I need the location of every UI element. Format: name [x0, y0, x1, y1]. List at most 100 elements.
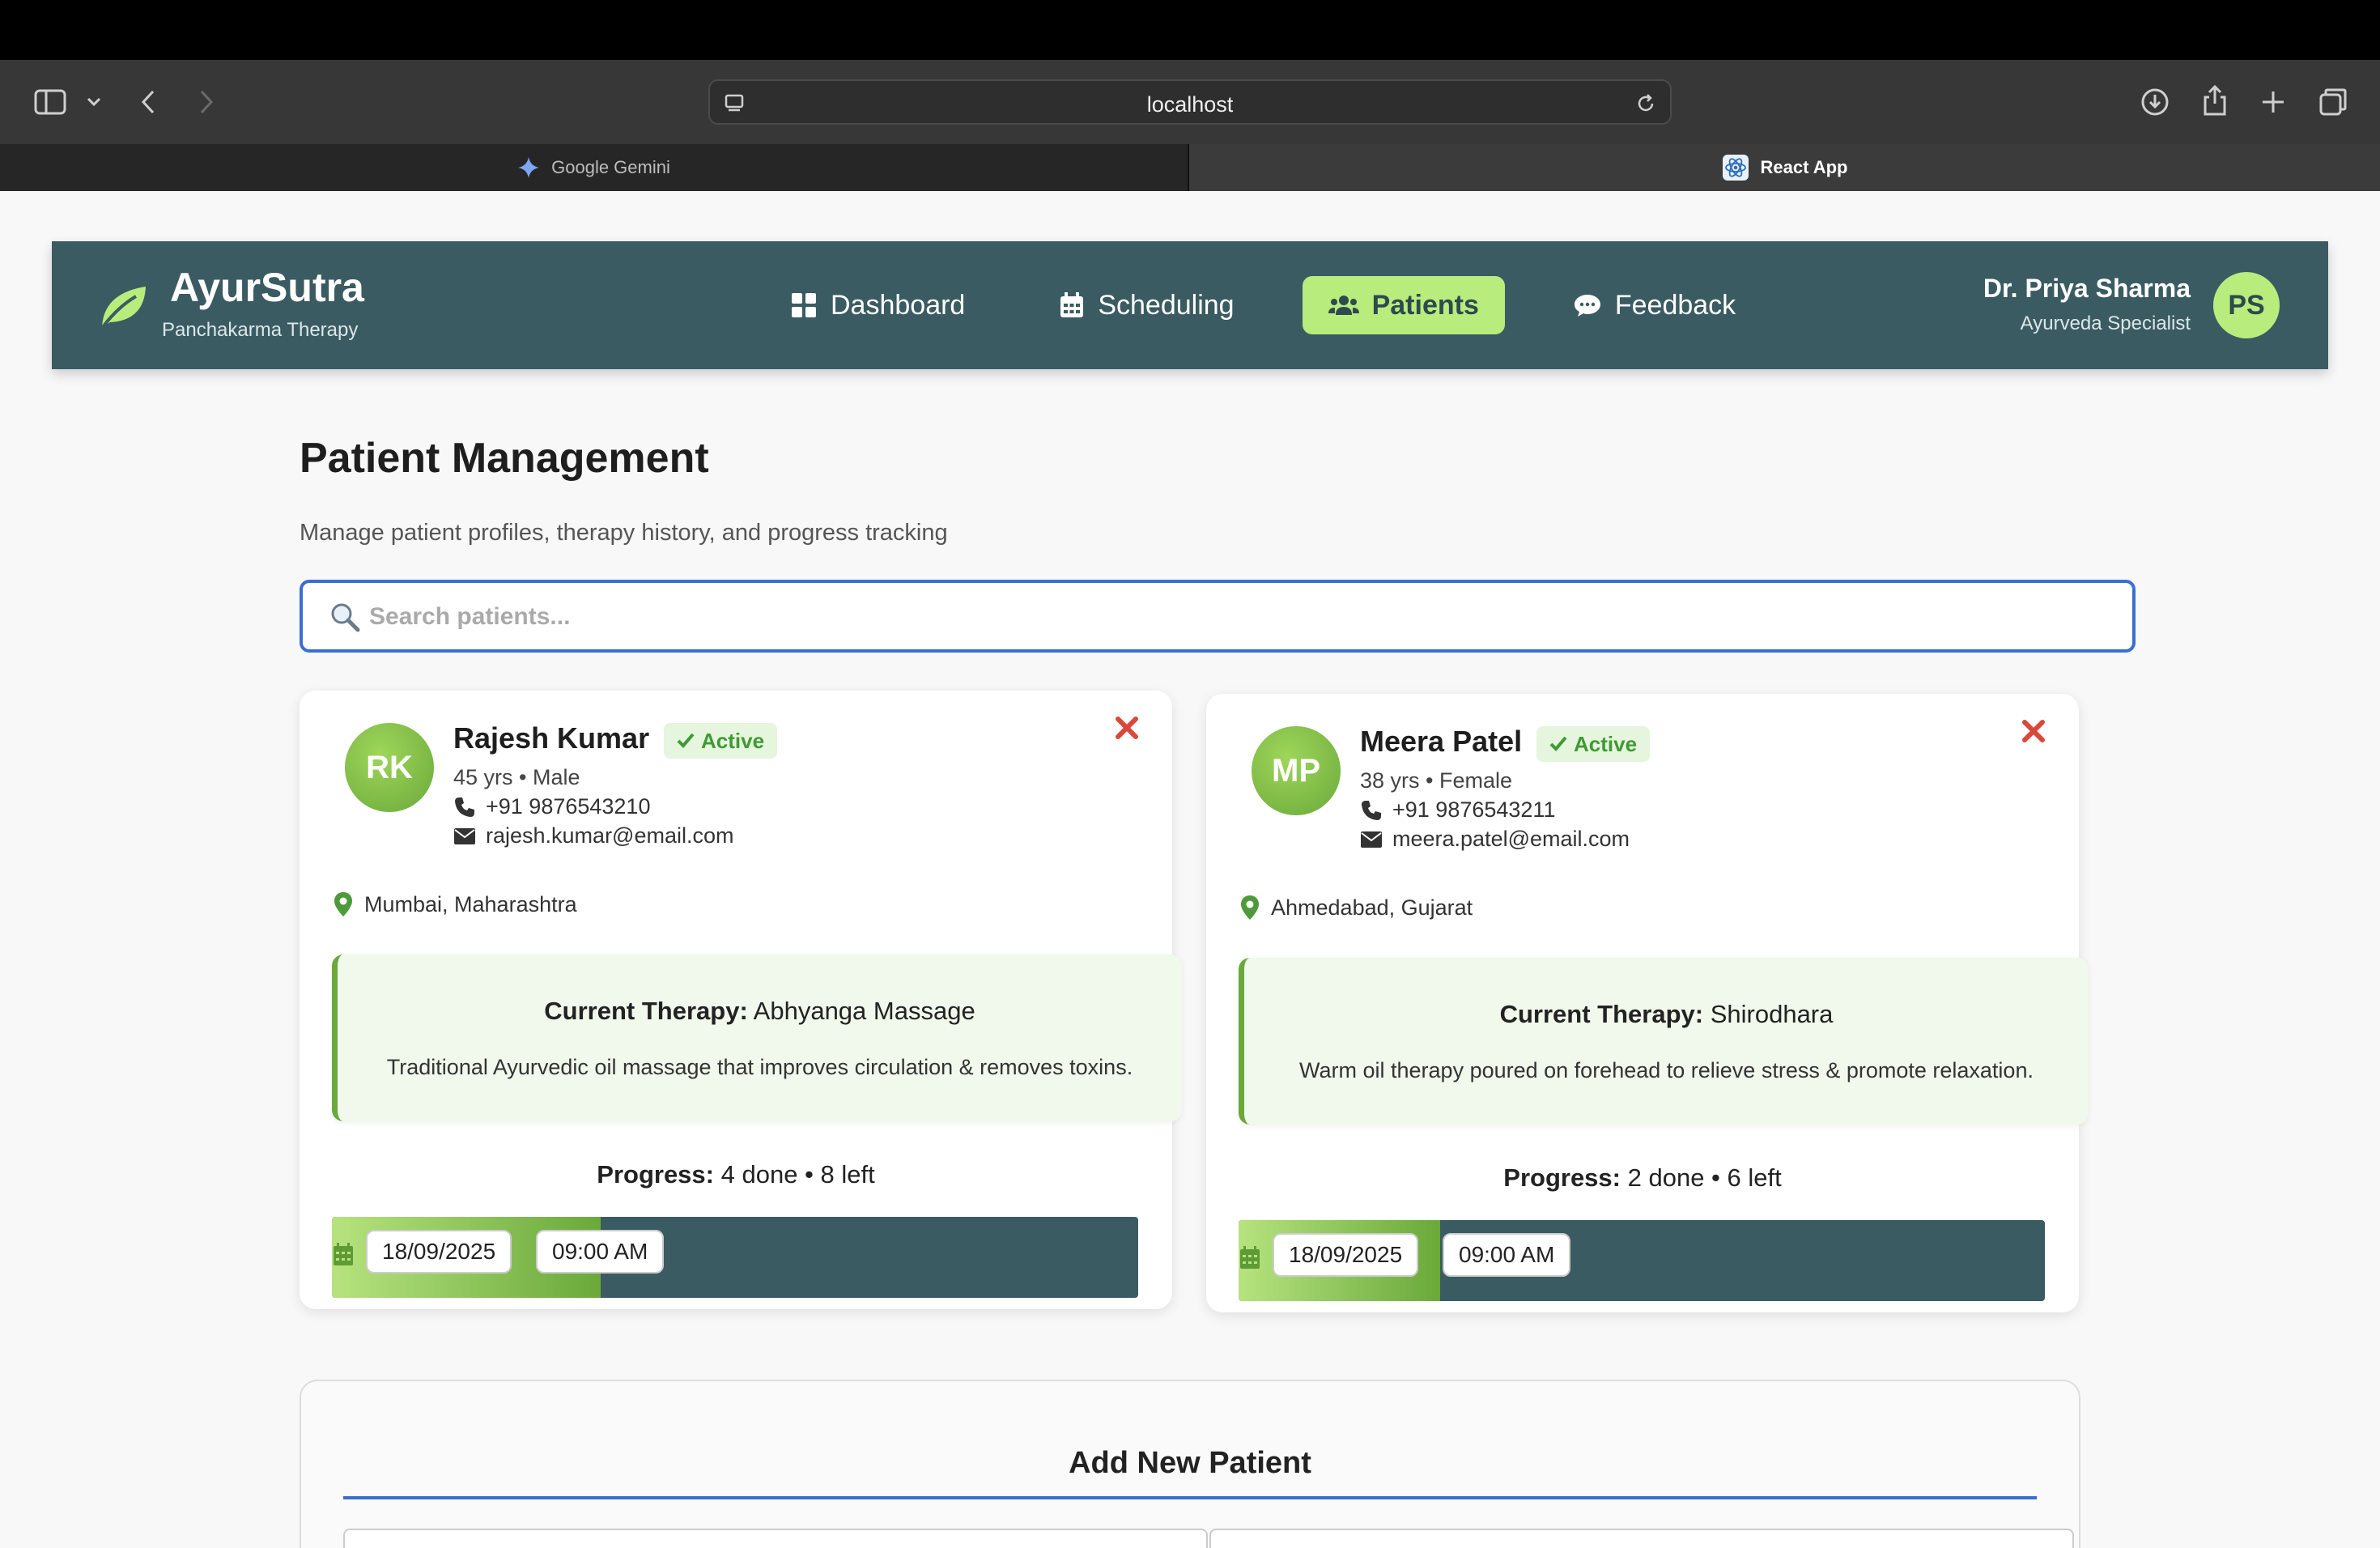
email-text: meera.patel@email.com — [1392, 827, 1630, 851]
patient-location: Ahmedabad, Gujarat — [1240, 895, 1473, 921]
therapy-name: Shirodhara — [1710, 1000, 1834, 1028]
date-field[interactable]: 18/09/2025 — [1273, 1233, 1419, 1277]
brand-subtitle: Panchakarma Therapy — [162, 319, 359, 341]
user-avatar[interactable]: PS — [2213, 272, 2280, 338]
email-text: rajesh.kumar@email.com — [486, 823, 734, 848]
phone-text: +91 9876543211 — [1392, 797, 1556, 822]
calendar-icon — [1240, 1246, 1260, 1269]
tab-label: Google Gemini — [551, 157, 670, 177]
download-icon[interactable] — [2137, 84, 2173, 120]
progress-label: Progress: — [597, 1160, 714, 1189]
progress-value: 2 done • 6 left — [1627, 1163, 1782, 1192]
therapy-description: Warm oil therapy poured on forehead to r… — [1299, 1058, 2034, 1082]
patient-email: meera.patel@email.com — [1360, 827, 1630, 852]
therapy-title: Current Therapy: Shirodhara — [1244, 1000, 2089, 1029]
nav-label: Patients — [1371, 289, 1479, 321]
users-icon — [1328, 296, 1359, 315]
chevron-down-icon[interactable] — [84, 89, 104, 115]
therapy-panel: Current Therapy: Shirodhara Warm oil the… — [1239, 958, 2089, 1125]
check-icon — [677, 733, 695, 748]
browser-toolbar: localhost — [0, 60, 2380, 144]
mail-icon — [1361, 831, 1382, 848]
progress-label: Progress: — [1503, 1163, 1621, 1192]
date-field[interactable]: 18/09/2025 — [366, 1230, 512, 1274]
gemini-icon — [518, 157, 540, 178]
nav-dashboard[interactable]: Dashboard — [764, 276, 991, 334]
search-input[interactable] — [369, 594, 2069, 640]
patient-phone: +91 9876543211 — [1360, 797, 1555, 823]
page-title: Patient Management — [300, 435, 709, 482]
mail-icon — [454, 827, 475, 844]
calendar-icon — [334, 1243, 353, 1265]
status-badge: Active — [664, 723, 778, 759]
patient-location: Mumbai, Maharashtra — [334, 891, 577, 917]
chat-icon — [1574, 295, 1600, 317]
progress-value: 4 done • 8 left — [720, 1160, 875, 1189]
phone-text: +91 9876543210 — [486, 794, 651, 819]
leaf-logo-icon — [99, 287, 146, 332]
forward-icon[interactable] — [194, 84, 219, 120]
new-tab-icon[interactable] — [2255, 84, 2291, 120]
back-icon[interactable] — [136, 84, 160, 120]
check-icon — [1549, 736, 1567, 751]
patient-phone: +91 9876543210 — [453, 794, 650, 819]
menu-bar — [0, 0, 2380, 60]
close-icon[interactable] — [2017, 715, 2050, 747]
therapy-description: Traditional Ayurvedic oil massage that i… — [386, 1055, 1133, 1079]
therapy-label: Current Therapy: — [1499, 1000, 1704, 1028]
sidebar-toggle-icon[interactable] — [32, 84, 68, 120]
nav-label: Feedback — [1614, 289, 1736, 321]
time-field[interactable]: 09:00 AM — [536, 1230, 665, 1274]
main-nav: Dashboard Scheduling Patients Feedback — [764, 276, 1762, 334]
location-pin-icon — [334, 892, 352, 916]
page-subtitle: Manage patient profiles, therapy history… — [300, 520, 948, 546]
app-header: AyurSutra Panchakarma Therapy Dashboard … — [52, 241, 2328, 369]
therapy-label: Current Therapy: — [544, 997, 748, 1025]
patient-card: MP Meera Patel Active 38 yrs • Female +9… — [1206, 694, 2089, 1312]
address-bar[interactable]: localhost — [708, 79, 1672, 125]
tab-overview-icon[interactable] — [2315, 84, 2351, 120]
location-text: Ahmedabad, Gujarat — [1271, 895, 1473, 920]
patient-meta: 45 yrs • Male — [453, 765, 580, 789]
nav-scheduling[interactable]: Scheduling — [1033, 276, 1260, 334]
tab-label: React App — [1760, 157, 1848, 177]
patient-email: rajesh.kumar@email.com — [453, 823, 734, 848]
title-underline — [343, 1496, 2037, 1499]
tab-google-gemini[interactable]: Google Gemini — [0, 144, 1188, 191]
status-label: Active — [701, 728, 765, 753]
phone-icon — [455, 797, 474, 817]
time-field[interactable]: 09:00 AM — [1443, 1233, 1571, 1277]
progress-text: Progress: 4 done • 8 left — [300, 1160, 1172, 1189]
tab-react-app[interactable]: React App — [1189, 144, 2380, 191]
therapy-panel: Current Therapy: Abhyanga Massage Tradit… — [332, 955, 1182, 1121]
share-icon[interactable] — [2197, 81, 2233, 120]
add-patient-panel: Add New Patient — [300, 1380, 2080, 1548]
user-name: Dr. Priya Sharma — [1983, 274, 2191, 303]
patient-card: RK Rajesh Kumar Active 45 yrs • Male +91… — [300, 691, 1182, 1309]
form-field[interactable] — [343, 1529, 1208, 1548]
search-icon — [331, 603, 360, 632]
nav-label: Scheduling — [1098, 289, 1235, 321]
search-box[interactable] — [300, 580, 2136, 653]
grid-icon — [792, 293, 816, 317]
patient-name: Rajesh Kumar — [453, 721, 650, 755]
close-icon[interactable] — [1111, 712, 1143, 744]
nav-patients[interactable]: Patients — [1302, 276, 1505, 334]
progress-text: Progress: 2 done • 6 left — [1206, 1163, 2079, 1193]
reload-icon[interactable] — [1631, 89, 1660, 118]
calendar-icon — [1060, 292, 1084, 317]
therapy-name: Abhyanga Massage — [753, 997, 975, 1025]
patient-meta: 38 yrs • Female — [1360, 768, 1513, 793]
react-icon — [1722, 155, 1749, 181]
brand-name[interactable]: AyurSutra — [170, 264, 364, 311]
phone-icon — [1362, 800, 1381, 820]
form-field[interactable] — [1209, 1529, 2074, 1548]
patient-name: Meera Patel — [1360, 725, 1523, 758]
nav-label: Dashboard — [831, 289, 966, 321]
tab-bar: Google Gemini React App — [0, 144, 2380, 191]
patient-avatar: RK — [345, 723, 434, 812]
patient-avatar: MP — [1252, 726, 1341, 815]
nav-feedback[interactable]: Feedback — [1547, 276, 1762, 334]
url-text: localhost — [1146, 92, 1234, 117]
therapy-title: Current Therapy: Abhyanga Massage — [338, 997, 1182, 1026]
